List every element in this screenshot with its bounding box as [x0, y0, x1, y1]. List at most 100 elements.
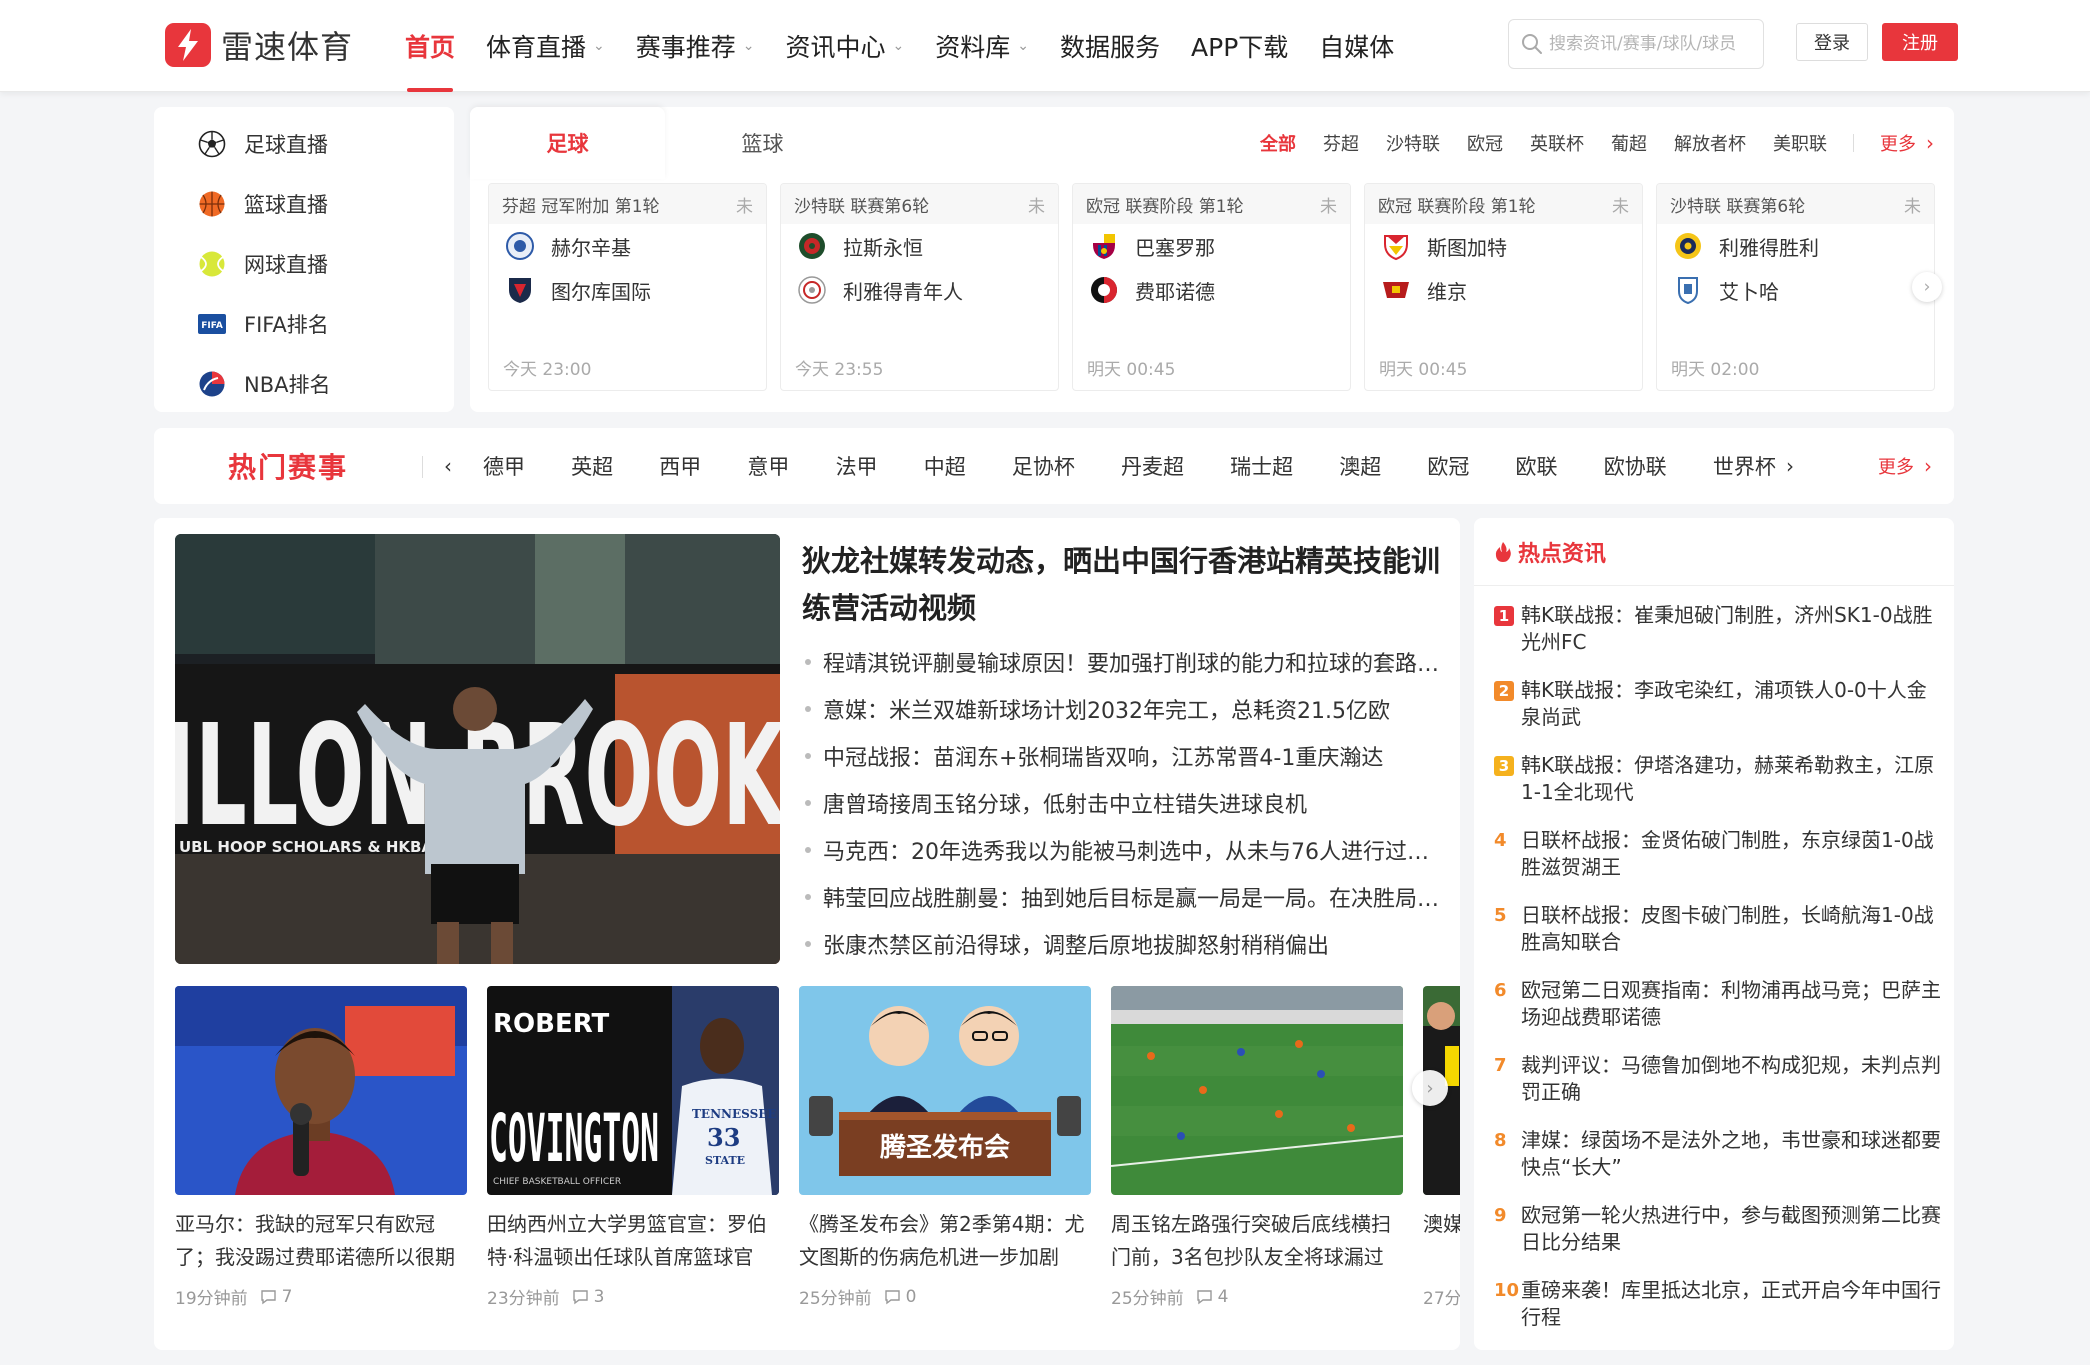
match-card[interactable]: 芬超 冠军附加 第1轮 未 赫尔辛基 图尔库国际 今天 23:00 — [488, 183, 767, 391]
nav-recommend[interactable]: 赛事推荐 ⌄ — [636, 0, 755, 92]
hot-event-item[interactable]: 丹麦超 — [1121, 451, 1184, 481]
hot-events-more-link[interactable]: 更多 › — [1878, 428, 1932, 504]
hot-event-item[interactable]: 欧协联 — [1604, 451, 1667, 481]
hot-event-item[interactable]: 澳超 — [1339, 451, 1381, 481]
match-league: 芬超 冠军附加 第1轮 — [502, 196, 660, 217]
nav-self-media[interactable]: 自媒体 — [1319, 0, 1394, 92]
away-team: 图尔库国际 — [489, 268, 766, 312]
headline-item[interactable]: 意媒：米兰双雄新球场计划2032年完工，总耗资21.5亿欧 — [805, 685, 1445, 732]
filter-league[interactable]: 解放者杯 — [1674, 130, 1746, 156]
headline-item[interactable]: 程靖淇锐评蒯曼输球原因！要加强打削球的能力和拉球的套路，希望她能更进一步 — [805, 638, 1445, 685]
filter-league[interactable]: 沙特联 — [1386, 130, 1440, 156]
feature-title[interactable]: 狄龙社媒转发动态，晒出中国行香港站精英技能训练营活动视频 — [802, 538, 1442, 632]
nav-live-label: 体育直播 — [486, 33, 587, 62]
filter-league[interactable]: 美职联 — [1773, 130, 1827, 156]
filter-league[interactable]: 葡超 — [1611, 130, 1647, 156]
hot-news-item[interactable]: 8 津媒：绿茵场不是法外之地，韦世豪和球迷都要快点“长大” — [1494, 1127, 1942, 1181]
hot-event-item[interactable]: 法甲 — [836, 451, 878, 481]
news-card[interactable]: 腾圣发布会 《腾圣发布会》第2季第4期：尤文图斯的伤病危机进一步加剧 25分钟前… — [799, 986, 1091, 1309]
sports-link-basketball[interactable]: 篮球直播 — [154, 174, 454, 234]
chevron-right-icon[interactable]: › — [1412, 1070, 1448, 1106]
hot-news-item[interactable]: 2 韩K联战报：李政宅染红，浦项铁人0-0十人金泉尚武 — [1494, 677, 1942, 731]
hot-event-item[interactable]: 世界杯 — [1713, 451, 1776, 481]
hot-events-title: 热门赛事 — [228, 451, 349, 484]
sports-link-tennis[interactable]: 网球直播 — [154, 234, 454, 294]
hot-event-item[interactable]: 足协杯 — [1012, 451, 1075, 481]
nav-news[interactable]: 资讯中心 ⌄ — [786, 0, 905, 92]
hot-event-item[interactable]: 西甲 — [659, 451, 701, 481]
headline-item[interactable]: 马克西：20年选秀我以为能被马刺选中，从未与76人进行过试训 — [805, 826, 1445, 873]
hot-event-item[interactable]: 德甲 — [483, 451, 525, 481]
rank-number: 7 — [1494, 1055, 1507, 1076]
match-card[interactable]: 欧冠 联赛阶段 第1轮 未 巴塞罗那 费耶诺德 明天 00:45 — [1072, 183, 1351, 391]
nav-self-media-label: 自媒体 — [1319, 33, 1395, 62]
news-card[interactable]: 周玉铭左路强行突破后底线横扫门前，3名包抄队友全将球漏过 25分钟前 4 — [1111, 986, 1403, 1309]
chevron-right-icon[interactable]: › — [1912, 272, 1942, 302]
feature-image-subtext: UBL HOOP SCHOLARS & HKBA — [179, 838, 433, 856]
hot-event-item[interactable]: 欧冠 — [1427, 451, 1469, 481]
match-status: 未 — [1320, 196, 1337, 217]
search-input[interactable] — [1549, 34, 1759, 54]
feature-video-thumbnail[interactable]: ILLON BROOK UBL HOOP SCHOLARS & HKBA — [175, 534, 780, 964]
hot-news-text: 韩K联战报：李政宅染红，浦项铁人0-0十人金泉尚武 — [1521, 678, 1927, 729]
headline-item[interactable]: 韩莹回应战胜蒯曼：抽到她后目标是赢一局是一局。在决胜局里比较坚决 — [805, 873, 1445, 920]
home-team-name: 巴塞罗那 — [1135, 235, 1215, 260]
hot-news-item[interactable]: 7 裁判评议：马德鲁加倒地不构成犯规，未判点判罚正确 — [1494, 1052, 1942, 1106]
hot-news-item[interactable]: 1 韩K联战报：崔秉旭破门制胜，济州SK1-0战胜光州FC — [1494, 602, 1942, 656]
login-button[interactable]: 登录 — [1796, 23, 1868, 61]
news-card[interactable]: 亚马尔：我缺的冠军只有欧冠了；我没踢过费耶诺德所以很期待 19分钟前 7 — [175, 986, 467, 1309]
chevron-right-icon[interactable]: › — [1786, 428, 1794, 504]
filter-league[interactable]: 英联杯 — [1530, 130, 1584, 156]
sports-link-football[interactable]: 足球直播 — [154, 114, 454, 174]
hot-news-item[interactable]: 10 重磅来袭！库里抵达北京，正式开启今年中国行行程 — [1494, 1277, 1942, 1331]
feature-image: ILLON BROOK UBL HOOP SCHOLARS & HKBA — [175, 534, 780, 964]
headline-item[interactable]: 唐曾琦接周玉铭分球，低射击中立柱错失进球良机 — [805, 779, 1445, 826]
tab-football[interactable]: 足球 — [470, 107, 665, 179]
news-card[interactable]: ROBERT COVINGTON CHIEF BASKETBALL OFFICE… — [487, 986, 779, 1309]
nav-data-service[interactable]: 数据服务 — [1060, 0, 1160, 92]
headline-item[interactable]: 中冠战报：苗润东+张桐瑞皆双响，江苏常晋4-1重庆瀚达 — [805, 732, 1445, 779]
hot-event-item[interactable]: 欧联 — [1516, 451, 1558, 481]
hot-event-item[interactable]: 瑞士超 — [1230, 451, 1293, 481]
sports-link-fifa[interactable]: FIFA FIFA排名 — [154, 294, 454, 354]
hot-event-item[interactable]: 英超 — [571, 451, 613, 481]
match-card[interactable]: 沙特联 联赛第6轮 未 拉斯永恒 利雅得青年人 今天 23:55 — [780, 183, 1059, 391]
away-team: 费耶诺德 — [1073, 268, 1350, 312]
hot-event-item[interactable]: 中超 — [924, 451, 966, 481]
news-card-title: 周玉铭左路强行突破后底线横扫门前，3名包抄队友全将球漏过 — [1111, 1212, 1391, 1269]
team-crest-icon — [1093, 234, 1115, 259]
home-team: 巴塞罗那 — [1073, 224, 1350, 268]
nav-app-download[interactable]: APP下载 — [1191, 0, 1288, 92]
hot-news-item[interactable]: 9 欧冠第一轮火热进行中，参与截图预测第二比赛日比分结果 — [1494, 1202, 1942, 1256]
rank-number: 8 — [1494, 1130, 1507, 1151]
hot-news-item[interactable]: 4 日联杯战报：金贤佑破门制胜，东京绿茵1-0战胜滋贺湖王 — [1494, 827, 1942, 881]
hot-event-item[interactable]: 意甲 — [747, 451, 789, 481]
filter-league[interactable]: 欧冠 — [1467, 130, 1503, 156]
hot-news-item[interactable]: 3 韩K联战报：伊塔洛建功，赫莱希勒救主，江原1-1全北现代 — [1494, 752, 1942, 806]
match-league: 沙特联 联赛第6轮 — [794, 196, 930, 217]
live-more-link[interactable]: 更多 › — [1880, 130, 1934, 156]
chevron-down-icon: ⌄ — [593, 38, 605, 54]
hot-news-item[interactable]: 6 欧冠第二日观赛指南：利物浦再战马竞；巴萨主场迎战费耶诺德 — [1494, 977, 1942, 1031]
match-card[interactable]: 沙特联 联赛第6轮 未 利雅得胜利 艾卜哈 明天 02:00 — [1656, 183, 1935, 391]
nav-live[interactable]: 体育直播 ⌄ — [486, 0, 605, 92]
nav-database[interactable]: 资料库 ⌄ — [935, 0, 1029, 92]
hot-news-item[interactable]: 5 日联杯战报：皮图卡破门制胜，长崎航海1-0战胜高知联合 — [1494, 902, 1942, 956]
sports-link-nba[interactable]: NBA排名 — [154, 354, 454, 414]
headline-item[interactable]: 张康杰禁区前沿得球，调整后原地拔脚怒射稍稍偏出 — [805, 920, 1445, 967]
nav-app-download-label: APP下载 — [1191, 33, 1289, 62]
hot-news-sidebar: 热点资讯 1 韩K联战报：崔秉旭破门制胜，济州SK1-0战胜光州FC 2 韩K联战报… — [1474, 518, 1954, 1350]
match-card[interactable]: 欧冠 联赛阶段 第1轮 未 斯图加特 维京 明天 00:45 — [1364, 183, 1643, 391]
search-box[interactable] — [1508, 19, 1764, 69]
news-card[interactable]: 澳媒： 27分 — [1423, 986, 1460, 1309]
filter-all[interactable]: 全部 — [1260, 130, 1296, 156]
chevron-left-icon[interactable]: ‹ — [444, 428, 452, 504]
site-header: 雷速体育 首页 体育直播 ⌄ 赛事推荐 ⌄ 资讯中心 ⌄ 资料库 ⌄ 数据服务 APP下… — [0, 0, 2090, 92]
tab-basketball[interactable]: 篮球 — [665, 107, 860, 179]
bullet — [805, 799, 811, 806]
hot-news-text: 裁判评议：马德鲁加倒地不构成犯规，未判点判罚正确 — [1521, 1053, 1941, 1104]
nav-home[interactable]: 首页 — [405, 0, 455, 92]
filter-league[interactable]: 芬超 — [1323, 130, 1359, 156]
register-button[interactable]: 注册 — [1882, 23, 1958, 61]
site-logo[interactable]: 雷速体育 — [165, 22, 353, 68]
